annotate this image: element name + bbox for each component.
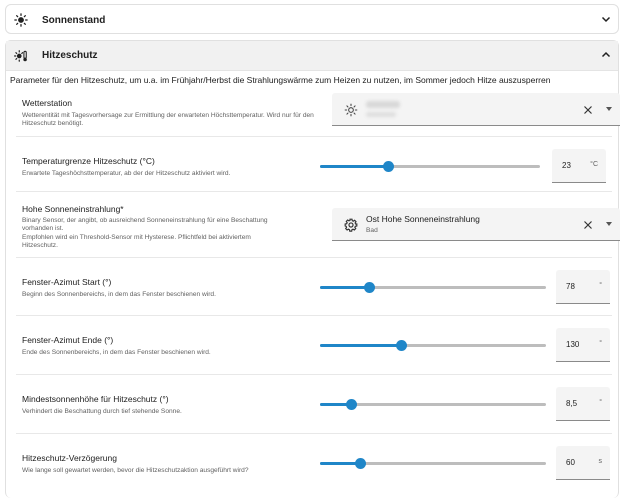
hohe-sonneneinstrahlung-row: Hohe Sonneneinstrahlung* Binary Sensor, … [16,192,620,258]
sun-thermometer-icon [14,49,28,63]
weather-sunny-icon [344,103,358,117]
azimut-ende-help: Ende des Sonnenbereichs, in dem das Fens… [22,349,211,356]
azimut-start-help: Beginn des Sonnenbereichs, in dem das Fe… [22,291,216,298]
temperaturgrenze-input[interactable]: 23 °C [552,149,606,183]
chevron-up-icon[interactable] [600,49,612,61]
sonnenstand-header[interactable]: Sonnenstand [6,5,618,35]
temperaturgrenze-help: Erwartete Tageshöchsttemperatur, ab der … [22,170,231,177]
mindestsonnenhoehe-slider[interactable] [320,399,546,410]
azimut-ende-slider[interactable] [320,340,546,351]
mindestsonnenhoehe-value: 8,5 [566,399,578,408]
temperaturgrenze-unit: °C [590,161,598,168]
verzoegerung-value: 60 [566,458,575,467]
wetterstation-label: Wetterstation [22,98,72,108]
mindestsonnenhoehe-row: Mindestsonnenhöhe für Hitzeschutz (°) Ve… [16,375,612,434]
sun-icon [14,13,28,27]
verzoegerung-label: Hitzeschutz-Verzögerung [22,453,117,463]
slider-handle[interactable] [382,161,394,172]
verzoegerung-help: Wie lange soll gewartet werden, bevor di… [22,467,249,474]
mindestsonnenhoehe-input[interactable]: 8,5 ° [556,387,610,421]
hohe-sonneneinstrahlung-label: Hohe Sonneneinstrahlung* [22,204,124,214]
verzoegerung-slider[interactable] [320,458,546,469]
dropdown-arrow-icon[interactable] [606,107,612,111]
gear-icon [344,218,358,232]
wetterstation-picker[interactable] [332,93,620,126]
azimut-start-value: 78 [566,282,575,291]
azimut-ende-label: Fenster-Azimut Ende (°) [22,335,114,345]
hitzeschutz-header[interactable]: Hitzeschutz [6,41,618,71]
azimut-start-row: Fenster-Azimut Start (°) Beginn des Sonn… [16,258,612,316]
redacted-entity-name [366,101,400,108]
azimut-ende-input[interactable]: 130 ° [556,328,610,362]
slider-handle[interactable] [364,282,376,293]
chevron-down-icon[interactable] [600,13,612,25]
mindestsonnenhoehe-label: Mindestsonnenhöhe für Hitzeschutz (°) [22,394,169,404]
verzoegerung-unit: s [598,458,603,465]
clear-icon[interactable] [582,218,594,230]
azimut-start-label: Fenster-Azimut Start (°) [22,277,112,287]
slider-handle[interactable] [395,340,407,351]
slider-fill [320,286,370,289]
slider-fill [320,344,402,347]
slider-handle[interactable] [346,399,358,410]
slider-handle[interactable] [355,458,367,469]
azimut-start-slider[interactable] [320,282,546,293]
redacted-entity-area [366,112,396,117]
hohe-sonneneinstrahlung-help-3: Empfohlen wird ein Threshold-Sensor mit … [22,233,251,241]
slider-fill [320,165,389,168]
verzoegerung-row: Hitzeschutz-Verzögerung Wie lange soll g… [16,434,612,492]
mindestsonnenhoehe-help: Verhindert die Beschattung durch tief st… [22,408,182,415]
entity-area: Bad [366,227,378,234]
entity-name: Ost Hohe Sonneneinstrahlung [366,214,480,224]
azimut-ende-row: Fenster-Azimut Ende (°) Ende des Sonnenb… [16,316,612,375]
temperaturgrenze-row: Temperaturgrenze Hitzeschutz (°C) Erwart… [16,137,612,192]
sonnenstand-title: Sonnenstand [42,14,106,26]
temperaturgrenze-slider[interactable] [320,161,540,172]
azimut-ende-unit: ° [599,340,602,347]
hohe-sonneneinstrahlung-help-4: Hitzeschutz. [22,242,58,250]
wetterstation-row: Wetterstation Wetterentität mit Tagesvor… [16,85,620,137]
hitzeschutz-title: Hitzeschutz [42,50,98,61]
azimut-start-input[interactable]: 78 ° [556,270,610,304]
temperaturgrenze-value: 23 [562,161,571,170]
temperaturgrenze-label: Temperaturgrenze Hitzeschutz (°C) [22,156,155,166]
wetterstation-help: Wetterentität mit Tagesvorhersage zur Er… [22,112,314,128]
clear-icon[interactable] [582,103,594,115]
dropdown-arrow-icon[interactable] [606,222,612,226]
hohe-sonneneinstrahlung-help-2: vorhanden ist. [22,225,64,233]
hitzeschutz-description: Parameter für den Hitzeschutz, um u.a. i… [10,75,551,85]
hitzeschutz-panel: Hitzeschutz Parameter für den Hitzeschut… [5,40,620,498]
sonnenstand-panel[interactable]: Sonnenstand [5,4,619,34]
azimut-start-unit: ° [599,282,602,289]
hohe-sonneneinstrahlung-picker[interactable]: Ost Hohe Sonneneinstrahlung Bad [332,208,620,241]
verzoegerung-input[interactable]: 60 s [556,446,610,480]
azimut-ende-value: 130 [566,340,580,349]
hohe-sonneneinstrahlung-help-1: Binary Sensor, der angibt, ob ausreichen… [22,217,268,224]
mindestsonnenhoehe-unit: ° [599,399,602,406]
